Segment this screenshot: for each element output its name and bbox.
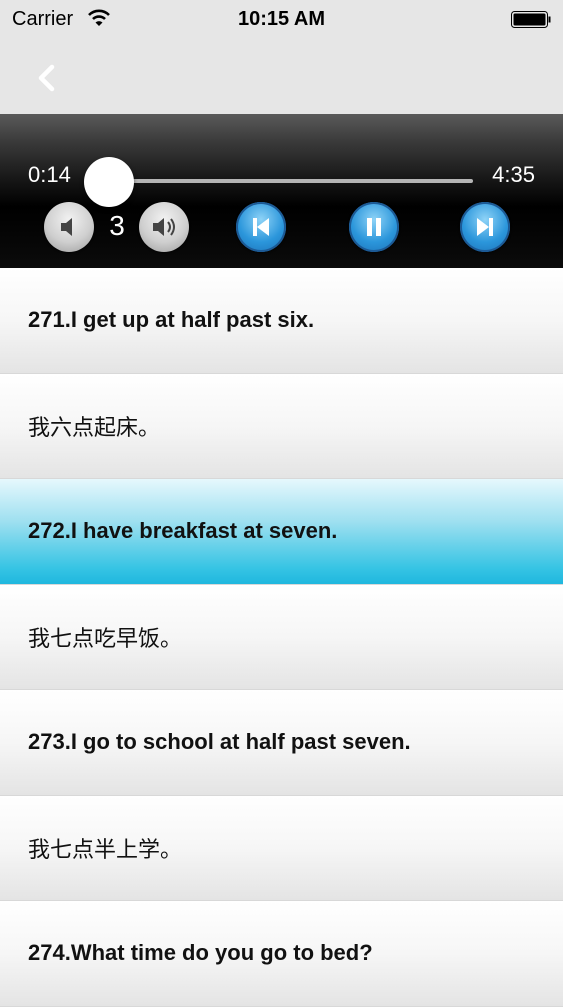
sentence-text: 我六点起床。	[28, 415, 161, 441]
current-time: 0:14	[28, 162, 71, 187]
sentence-row[interactable]: 271.I get up at half past six.	[0, 268, 563, 374]
sentence-list: 271.I get up at half past six. 我六点起床。 272.…	[0, 268, 563, 1007]
volume-down-button[interactable]	[44, 202, 94, 252]
sentence-row[interactable]: 273.I go to school at half past seven.	[0, 690, 563, 796]
total-time: 4:35	[492, 162, 535, 187]
clock: 10:15 AM	[237, 8, 326, 30]
progress-slider[interactable]	[84, 157, 473, 207]
volume-down-icon	[61, 218, 72, 236]
sentence-text: 274.What time do you go to bed?	[28, 940, 373, 966]
progress-thumb[interactable]	[84, 157, 135, 207]
back-button[interactable]	[30, 58, 66, 98]
volume-level: 3	[109, 210, 125, 241]
next-button[interactable]	[460, 202, 510, 252]
pause-icon	[367, 218, 381, 236]
chevron-left-icon	[38, 64, 55, 92]
progress-track	[90, 179, 473, 183]
sentence-text: 273.I go to school at half past seven.	[28, 729, 411, 755]
skip-previous-icon	[253, 218, 269, 236]
battery-icon	[511, 11, 551, 28]
sentence-row[interactable]: 我七点半上学。	[0, 795, 563, 901]
sentence-text: 272.I have breakfast at seven.	[28, 518, 338, 544]
sentence-row[interactable]: 274.What time do you go to bed?	[0, 901, 563, 1007]
skip-next-icon	[477, 218, 493, 236]
previous-button[interactable]	[236, 202, 286, 252]
volume-up-button[interactable]	[139, 202, 189, 252]
sentence-text: 我七点半上学。	[28, 837, 183, 863]
sentence-text: 271.I get up at half past six.	[28, 307, 315, 333]
sentence-row[interactable]: 我六点起床。	[0, 373, 563, 479]
sentence-text: 我七点吃早饭。	[28, 626, 183, 652]
status-bar: Carrier 10:15 AM	[0, 0, 563, 40]
pause-button[interactable]	[349, 202, 399, 252]
navigation-bar	[0, 40, 563, 114]
sentence-row-selected[interactable]: 272.I have breakfast at seven.	[0, 479, 563, 585]
sentence-row[interactable]: 我七点吃早饭。	[0, 584, 563, 690]
volume-up-icon	[153, 218, 175, 236]
audio-player: 0:14 4:35 3	[0, 114, 563, 268]
